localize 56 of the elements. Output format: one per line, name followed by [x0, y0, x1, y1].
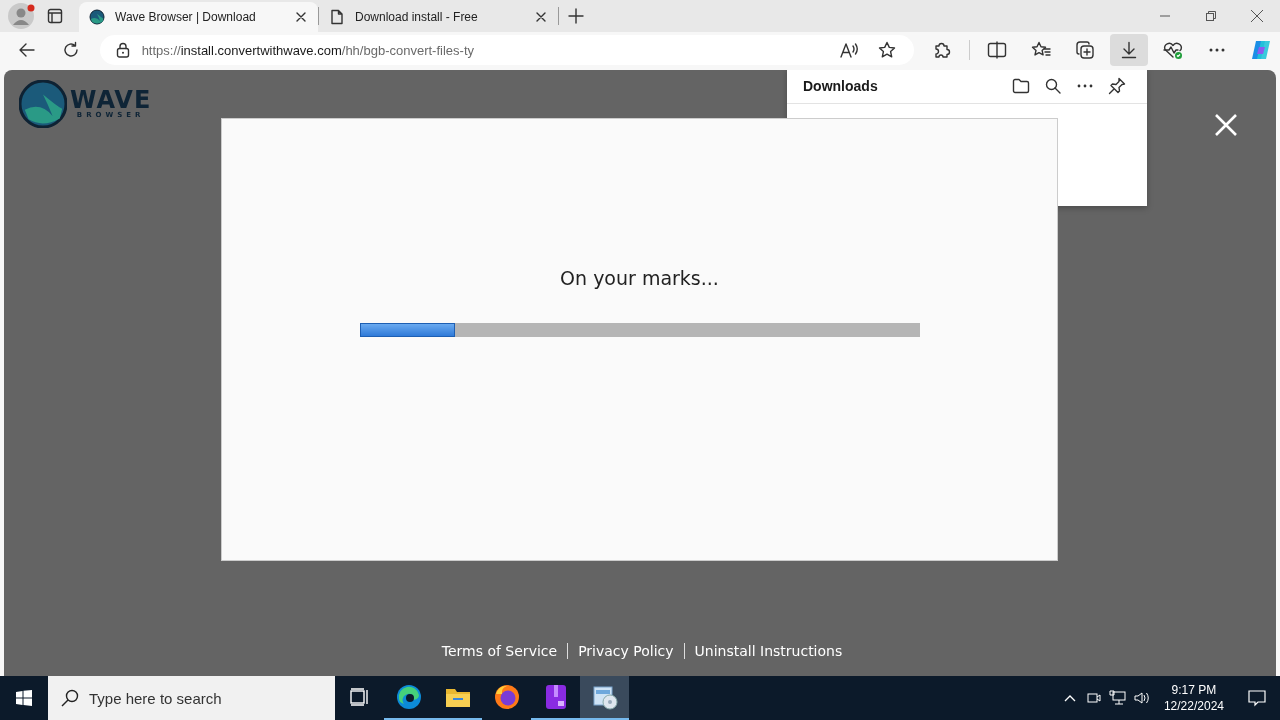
- browser-tab[interactable]: Wave Browser | Download: [79, 2, 318, 32]
- browser-tab[interactable]: Download install - Free: [319, 2, 558, 32]
- task-view-icon: [349, 688, 370, 706]
- profile-icon: [7, 0, 37, 31]
- collections-icon: [1075, 40, 1095, 60]
- logo-wordmark: WAVE: [70, 89, 152, 111]
- back-icon: [17, 41, 36, 59]
- address-bar[interactable]: https://install.convertwithwave.com/hh/bgb-convert-files-ty: [99, 35, 914, 65]
- downloads-button[interactable]: [1110, 34, 1148, 66]
- search-field[interactable]: Type here to search: [48, 676, 335, 720]
- close-icon: [1251, 10, 1263, 22]
- notification-icon: [1248, 689, 1266, 707]
- search-icon: [1045, 77, 1061, 94]
- status-message: On your marks...: [560, 266, 719, 291]
- restore-icon: [1206, 11, 1216, 21]
- refresh-icon: [61, 41, 80, 59]
- footer-link[interactable]: Privacy Policy: [567, 643, 684, 659]
- pin-icon: [1108, 76, 1126, 95]
- document-icon: [329, 9, 345, 25]
- speaker-icon: [1132, 690, 1151, 706]
- profile-button[interactable]: [7, 0, 37, 31]
- read-aloud-icon: [839, 41, 859, 59]
- archive-icon: [544, 684, 567, 710]
- star-icon: [878, 41, 896, 59]
- panel-title: Downloads: [803, 77, 879, 94]
- folder-icon: [444, 686, 471, 708]
- chevron-up-icon: [1063, 694, 1076, 702]
- browser-icon: [395, 684, 422, 710]
- lock-icon: [115, 42, 130, 58]
- plus-icon: [568, 8, 584, 24]
- favorites-icon: [1031, 41, 1051, 59]
- puzzle-icon: [933, 41, 951, 59]
- download-icon: [1120, 41, 1138, 59]
- split-screen-icon: [987, 41, 1007, 59]
- close-icon: [536, 12, 546, 22]
- wave-logo-icon: [89, 9, 105, 25]
- close-icon: [1215, 114, 1237, 136]
- search-icon: [61, 689, 79, 707]
- footer-link[interactable]: Uninstall Instructions: [683, 643, 853, 659]
- wave-logo-icon: [19, 80, 67, 128]
- camera-icon: [1085, 690, 1102, 706]
- footer-link[interactable]: Terms of Service: [431, 643, 568, 659]
- more-icon: [1208, 48, 1226, 52]
- windows-icon: [16, 690, 32, 706]
- network-icon: [1108, 690, 1127, 706]
- close-icon: [296, 12, 306, 22]
- copilot-icon: [1249, 38, 1273, 62]
- close-button[interactable]: [1214, 114, 1238, 138]
- clock[interactable]: 9:17 PM 12/22/2024: [1153, 676, 1234, 720]
- fox-globe-icon: [493, 684, 520, 710]
- installer-icon: [591, 684, 618, 710]
- more-icon: [1077, 83, 1093, 88]
- taskbar-button[interactable]: [580, 676, 629, 720]
- tab-actions-icon: [47, 8, 63, 24]
- heart-pulse-icon: [1162, 40, 1184, 60]
- folder-icon: [1012, 77, 1030, 94]
